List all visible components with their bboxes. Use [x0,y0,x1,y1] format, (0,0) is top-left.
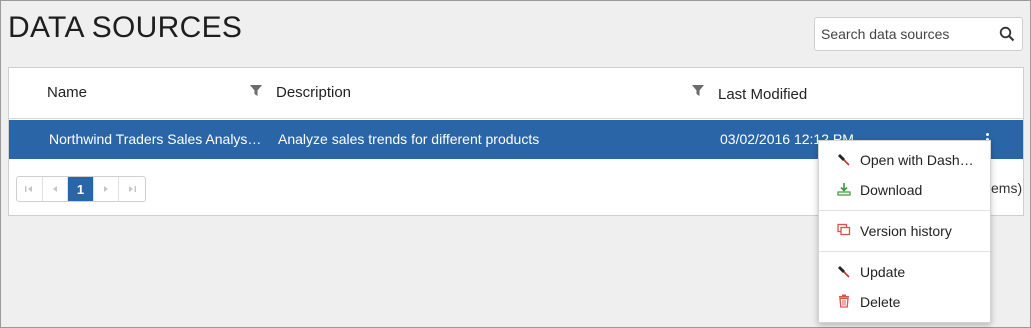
download-icon [837,183,851,196]
menu-divider [819,251,990,252]
menu-divider [819,210,990,211]
pager: 1 [16,176,146,202]
menu-item-label: Delete [860,294,901,310]
app-window: DATA SOURCES Name Description Last Modif… [0,0,1031,328]
menu-item-label: Version history [860,223,952,239]
page-title: DATA SOURCES [8,11,243,44]
search-box[interactable] [814,17,1023,51]
items-count-text: ems) [991,180,1023,196]
column-header-description[interactable]: Description [276,84,351,101]
search-icon[interactable] [999,26,1015,42]
row-description-cell: Analyze sales trends for different produ… [278,131,540,147]
next-page-icon[interactable] [94,177,120,201]
filter-icon[interactable] [692,85,704,97]
menu-item-label: Download [860,182,923,198]
prev-page-icon[interactable] [43,177,69,201]
column-header-name[interactable]: Name [47,84,87,101]
menu-item-open-with-dashboard[interactable]: Open with Dash… [819,146,990,174]
update-pin-icon [838,266,850,278]
row-name-cell: Northwind Traders Sales Analys… [49,131,262,147]
menu-item-label: Update [860,264,906,280]
trash-icon [839,294,849,308]
filter-icon[interactable] [250,85,262,97]
menu-item-update[interactable]: Update [819,258,990,286]
row-context-menu: Open with Dash… Download Version history… [818,140,991,323]
menu-item-label: Open with Dash… [860,152,974,168]
search-input[interactable] [815,18,995,50]
column-header-last-modified[interactable]: Last Modified [718,86,807,103]
menu-item-version-history[interactable]: Version history [819,217,990,245]
menu-item-delete[interactable]: Delete [819,288,990,316]
version-history-icon [837,223,851,236]
current-page-button[interactable]: 1 [68,177,94,201]
grid-header: Name Description Last Modified [9,68,1023,119]
dashboard-pin-icon [838,154,850,166]
first-page-icon[interactable] [17,177,43,201]
menu-item-download[interactable]: Download [819,176,990,204]
last-page-icon[interactable] [119,177,145,201]
